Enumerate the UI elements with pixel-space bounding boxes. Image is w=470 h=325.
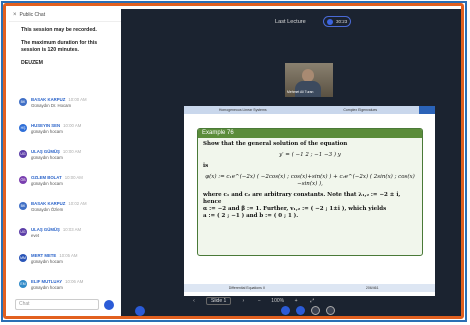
presentation-area: Last Lecture 30:23 Mehmet Ali Turan Homo… <box>121 9 461 316</box>
message-text: günaydın hocam <box>31 180 63 186</box>
message-author: HUSEYIN SEN <box>31 123 61 128</box>
message-author: ULAŞ GÜMÜŞ <box>31 149 60 154</box>
close-chat-icon[interactable]: × <box>13 12 17 18</box>
message-author: OZLEM BOLAT <box>31 175 62 180</box>
example-box: Example 76 Show that the general solutio… <box>197 128 423 256</box>
example-line: a := ( 2 ; −1 ) and b := ( 0 ; 1 ). <box>203 213 299 219</box>
chat-message: UG ULAŞ GÜMÜŞ 10:03 AM evet <box>9 227 121 253</box>
slide-controls: ‹ Slide 1 › − 100% + ⤢ <box>184 296 435 306</box>
slide-corner <box>419 106 435 114</box>
avatar: BK <box>19 98 27 106</box>
slide-page-number: 206/461 <box>365 286 379 290</box>
message-author: MERT METE <box>31 253 57 258</box>
next-slide-icon[interactable]: › <box>239 298 247 304</box>
message-text: evet <box>31 232 40 238</box>
avatar: HŞ <box>19 124 27 132</box>
screen-share-button[interactable] <box>326 306 335 315</box>
message-author: ELIF MUTLUAY <box>31 279 63 284</box>
message-text: günaydın hocam <box>31 154 63 160</box>
avatar: ÖB <box>19 176 27 184</box>
example-line: where c₁ and c₂ are arbitrary constants.… <box>203 192 401 205</box>
camera-button[interactable] <box>311 306 320 315</box>
message-time: 10:02 AM <box>68 201 87 206</box>
solution-equation: φ(x) := c₁e^(−2x) ( −2cos(x) ; cos(x)+si… <box>205 174 415 187</box>
presentation-slide: Homogeneous Linear Systems Complex Eigen… <box>184 106 435 296</box>
message-text: günaydın hocam <box>31 128 63 134</box>
message-author: ULAŞ GÜMÜŞ <box>31 227 60 232</box>
chat-message: HŞ HUSEYIN SEN 10:00 AM günaydın hocam <box>9 123 121 149</box>
message-author: BASAK KARPUZ <box>31 97 66 102</box>
chat-message: MM MERT METE 10:05 AM günaydın hocam <box>9 253 121 279</box>
chat-message: ÖB OZLEM BOLAT 10:00 AM günaydın hocam <box>9 175 121 201</box>
slide-footer: Differential Equations II 206/461 <box>184 284 435 292</box>
example-line: is <box>203 163 209 169</box>
zoom-out-icon[interactable]: − <box>255 298 263 304</box>
chat-title: Public Chat <box>19 12 46 18</box>
send-message-button[interactable] <box>104 300 114 310</box>
video-caption: Mehmet Ali Turan <box>287 90 314 94</box>
record-icon <box>327 18 333 25</box>
recording-indicator[interactable]: 30:23 <box>323 16 351 27</box>
zoom-level: 100% <box>271 298 285 304</box>
message-text: Günaydın Özlem <box>31 206 64 212</box>
prev-slide-icon[interactable]: ‹ <box>190 298 198 304</box>
avatar: BK <box>19 202 27 210</box>
notice-user: DEUZEM <box>21 60 43 66</box>
example-body: Show that the general solution of the eq… <box>198 138 422 223</box>
message-time: 10:00 AM <box>68 97 87 102</box>
chat-message: BK BASAK KARPUZ 10:02 AM Günaydın Özlem <box>9 201 121 227</box>
slide-footer-title: Differential Equations II <box>228 286 265 290</box>
presenter-body <box>295 81 321 97</box>
microphone-button[interactable] <box>281 306 290 315</box>
fullscreen-icon[interactable]: ⤢ <box>308 298 316 304</box>
recording-time: 30:23 <box>336 19 348 24</box>
slide-section-left: Homogeneous Linear Systems <box>218 108 267 112</box>
slide-selector[interactable]: Slide 1 <box>206 297 232 305</box>
media-controls <box>281 306 371 316</box>
zoom-in-icon[interactable]: + <box>292 298 300 304</box>
message-time: 10:05 AM <box>59 253 78 258</box>
avatar: EM <box>19 280 27 288</box>
conference-app: × Public Chat This session may be record… <box>9 9 461 316</box>
example-line: α := −2 and β := 1. Further, v₁,₂ := ( −… <box>203 206 387 212</box>
meeting-title: Last Lecture <box>275 19 306 25</box>
avatar: UG <box>19 228 27 236</box>
example-line: Show that the general solution of the eq… <box>203 141 348 147</box>
avatar: UG <box>19 150 27 158</box>
chat-message: BK BASAK KARPUZ 10:00 AM Günaydın Dr. Hoca… <box>9 97 121 123</box>
notice-recorded: This session may be recorded. <box>21 27 97 33</box>
message-time: 10:03 AM <box>62 227 82 232</box>
webcam-video[interactable]: Mehmet Ali Turan <box>285 63 333 97</box>
avatar: MM <box>19 254 27 262</box>
chat-message: UG ULAŞ GÜMÜŞ 10:00 AM günaydın hocam <box>9 149 121 175</box>
message-time: 10:06 AM <box>65 279 84 284</box>
message-author: BASAK KARPUZ <box>31 201 66 206</box>
chat-messages: BK BASAK KARPUZ 10:00 AM Günaydın Dr. Hoca… <box>9 97 121 305</box>
message-text: günaydın hocam <box>31 258 63 264</box>
slide-section-right: Complex Eigenvalues <box>343 108 378 112</box>
public-chat-panel: × Public Chat This session may be record… <box>9 9 122 316</box>
slide-header-bar: Homogeneous Linear Systems Complex Eigen… <box>184 106 435 114</box>
notice-duration: The maximum duration for this session is… <box>21 40 98 53</box>
message-time: 10:00 AM <box>63 123 82 128</box>
chat-input[interactable]: Chat <box>15 299 99 310</box>
session-notice: This session may be recorded. The maximu… <box>9 22 121 67</box>
message-time: 10:00 AM <box>64 175 83 180</box>
audio-button[interactable] <box>296 306 305 315</box>
actions-button[interactable] <box>135 306 145 316</box>
message-text: Günaydın Dr. Hocam <box>31 102 72 108</box>
chat-header: × Public Chat <box>9 9 121 22</box>
message-time: 10:00 AM <box>62 149 82 154</box>
equation: y′ = ( −1 2 ; −1 −3 ) y <box>279 152 341 158</box>
example-title: Example 76 <box>198 129 422 138</box>
message-text: günaydın hocam <box>31 284 63 290</box>
